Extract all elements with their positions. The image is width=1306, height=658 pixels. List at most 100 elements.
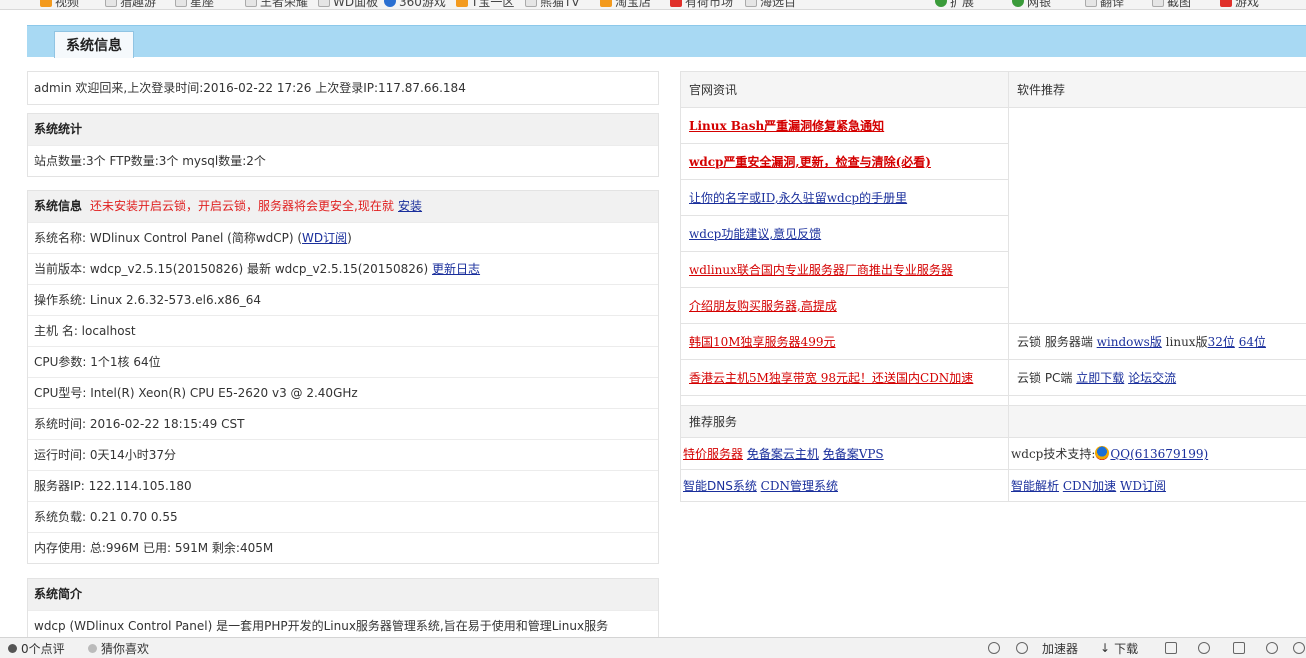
bookmark-icon <box>105 0 117 7</box>
download-icon: ↓ <box>1100 641 1111 655</box>
bookmark-right-2[interactable]: 网银 <box>1012 0 1051 9</box>
stats-title: 系统统计 <box>28 114 658 145</box>
version-row: 当前版本: wdcp_v2.5.15(20150826) 最新 wdcp_v2.… <box>28 253 658 284</box>
news-link-referral[interactable]: 介绍朋友购买服务器,高提成 <box>689 299 837 313</box>
news-link-bash[interactable]: Linux Bash严重漏洞修复紧急通知 <box>689 119 884 133</box>
comments-item[interactable]: 0个点评 <box>8 640 65 657</box>
welcome-panel: admin 欢迎回来,上次登录时间:2016-02-22 17:26 上次登录I… <box>27 71 659 105</box>
comment-icon <box>8 643 17 653</box>
bookmark-right-1[interactable]: 扩展 <box>935 0 974 9</box>
install-link[interactable]: 安装 <box>398 199 422 213</box>
bookmark-4[interactable]: 王者荣耀 <box>245 0 308 9</box>
cdn-accel-link[interactable]: CDN加速 <box>1063 479 1116 493</box>
download-item[interactable]: ↓ 下载 <box>1100 640 1138 657</box>
bookmark-10[interactable]: 有荷市场 <box>670 0 733 9</box>
news-cell: 韩国10M独享服务器499元 <box>680 323 1009 360</box>
accelerator-item[interactable]: 加速器 <box>1026 640 1078 657</box>
changelog-link[interactable]: 更新日志 <box>432 262 480 276</box>
qq-icon <box>1095 446 1110 460</box>
qq-link[interactable]: QQ(613679199) <box>1110 447 1208 461</box>
bookmark-right-4[interactable]: 截图 <box>1152 0 1191 9</box>
services-row-2: 智能DNS系统 CDN管理系统 <box>680 469 1009 502</box>
news-link-feedback[interactable]: wdcp功能建议,意见反馈 <box>689 227 821 241</box>
bookmark-icon <box>245 0 257 7</box>
guess-label: 猜你喜欢 <box>101 641 150 656</box>
guess-item[interactable]: 猜你喜欢 <box>88 640 149 657</box>
linux-label: linux版 <box>1165 335 1208 349</box>
windows-link[interactable]: windows版 <box>1097 335 1162 349</box>
bookmark-icon <box>745 0 757 7</box>
bookmark-5[interactable]: WD面板 <box>318 0 378 9</box>
bookmark-icon <box>175 0 187 7</box>
bank-icon <box>1012 0 1024 7</box>
bookmark-right-3[interactable]: 翻译 <box>1085 0 1124 9</box>
bookmark-3[interactable]: 星座 <box>175 0 214 9</box>
news-link-servers[interactable]: wdlinux联合国内专业服务器厂商推出专业服务器 <box>689 263 953 277</box>
bookmark-1[interactable]: 视频 <box>40 0 79 9</box>
yunsuo-server-label: 云锁 服务器端 <box>1017 335 1093 349</box>
system-time-row: 系统时间: 2016-02-22 18:15:49 CST <box>28 408 658 439</box>
cdn-manage-link[interactable]: CDN管理系统 <box>761 479 838 493</box>
download-now-link[interactable]: 立即下载 <box>1076 371 1124 385</box>
refresh-icon[interactable] <box>988 642 1000 654</box>
support-row: wdcp技术支持: QQ(613679199) <box>1008 437 1306 470</box>
system-name-row: 系统名称: WDlinux Control Panel (简称wdCP) (WD… <box>28 222 658 253</box>
screenshot-icon <box>1152 0 1164 7</box>
bookmark-icon <box>456 0 468 7</box>
guess-icon <box>88 643 97 653</box>
sysinfo-title: 系统信息 <box>34 199 83 213</box>
news-link-vuln[interactable]: wdcp严重安全漏洞,更新，检查与清除(必看) <box>689 155 931 169</box>
software-server-row: 云锁 服务器端 windows版 linux版32位 64位 <box>1008 323 1306 360</box>
bookmark-11[interactable]: 海选百 <box>745 0 796 9</box>
comments-label: 0个点评 <box>21 641 65 656</box>
tab-label: 系统信息 <box>66 38 122 54</box>
wd-subscribe-link[interactable]: WD订阅 <box>302 231 347 245</box>
news-cell: wdlinux联合国内专业服务器厂商推出专业服务器 <box>680 251 1009 288</box>
bookmark-8[interactable]: 熊猫TV <box>525 0 580 9</box>
news-link-manual[interactable]: 让你的名字或ID,永久驻留wdcp的手册里 <box>689 191 907 205</box>
bookmark-icon <box>318 0 330 7</box>
bookmark-6[interactable]: 360游戏 <box>384 0 446 9</box>
linux-64-link[interactable]: 64位 <box>1239 335 1266 349</box>
cheap-server-link[interactable]: 特价服务器 <box>683 447 743 461</box>
bookmark-icon <box>384 0 396 7</box>
zoom-icon[interactable] <box>1293 642 1305 654</box>
smart-dns-link[interactable]: 智能DNS系统 <box>683 479 757 493</box>
no-record-cloud-link[interactable]: 免备案云主机 <box>747 447 819 461</box>
yunsuo-pc-label: 云锁 PC端 <box>1017 371 1073 385</box>
news-link-korea[interactable]: 韩国10M独享服务器499元 <box>689 335 835 349</box>
spacer <box>680 395 1009 406</box>
restore-icon[interactable] <box>1233 642 1245 654</box>
news-table: 官网资讯 软件推荐 Linux Bash严重漏洞修复紧急通知 wdcp严重安全漏… <box>680 71 1306 502</box>
news-header: 官网资讯 <box>680 71 1009 108</box>
news-cell: wdcp功能建议,意见反馈 <box>680 215 1009 252</box>
linux-32-link[interactable]: 32位 <box>1208 335 1235 349</box>
ie-icon[interactable] <box>1198 642 1210 654</box>
status-bar: 0个点评 猜你喜欢 加速器 ↓ 下载 <box>0 637 1306 658</box>
stats-panel: 系统统计 站点数量:3个 FTP数量:3个 mysql数量:2个 <box>27 113 659 177</box>
no-record-vps-link[interactable]: 免备案VPS <box>823 447 884 461</box>
bookmark-icon <box>670 0 682 7</box>
software-pc-row: 云锁 PC端 立即下载 论坛交流 <box>1008 359 1306 396</box>
news-cell: 介绍朋友购买服务器,高提成 <box>680 287 1009 324</box>
welcome-text: admin 欢迎回来,上次登录时间:2016-02-22 17:26 上次登录I… <box>34 81 466 95</box>
tab-system-info[interactable]: 系统信息 <box>54 31 134 58</box>
window-icon[interactable] <box>1165 642 1177 654</box>
news-link-hongkong[interactable]: 香港云主机5M独享带宽 98元起！还送国内CDN加速 <box>689 371 973 385</box>
sound-icon[interactable] <box>1266 642 1278 654</box>
software-header: 软件推荐 <box>1008 71 1306 108</box>
bookmark-icon <box>40 0 52 7</box>
bookmark-9[interactable]: 淘宝店 <box>600 0 651 9</box>
software-empty <box>1008 107 1306 324</box>
forum-link[interactable]: 论坛交流 <box>1128 371 1176 385</box>
wd-subscribe-link-2[interactable]: WD订阅 <box>1120 479 1166 493</box>
bookmark-right-5[interactable]: 游戏 <box>1220 0 1259 9</box>
os-row: 操作系统: Linux 2.6.32-573.el6.x86_64 <box>28 284 658 315</box>
extension-icon <box>935 0 947 7</box>
smart-resolve-link[interactable]: 智能解析 <box>1011 479 1059 493</box>
sysinfo-panel: 系统信息 还未安装开启云锁，开启云锁，服务器将会更安全,现在就 安装 系统名称: … <box>27 190 659 564</box>
bookmark-7[interactable]: T宝一区 <box>456 0 514 9</box>
services-header-empty <box>1008 405 1306 438</box>
cpu-model-row: CPU型号: Intel(R) Xeon(R) CPU E5-2620 v3 @… <box>28 377 658 408</box>
bookmark-2[interactable]: 猎趣游 <box>105 0 156 9</box>
